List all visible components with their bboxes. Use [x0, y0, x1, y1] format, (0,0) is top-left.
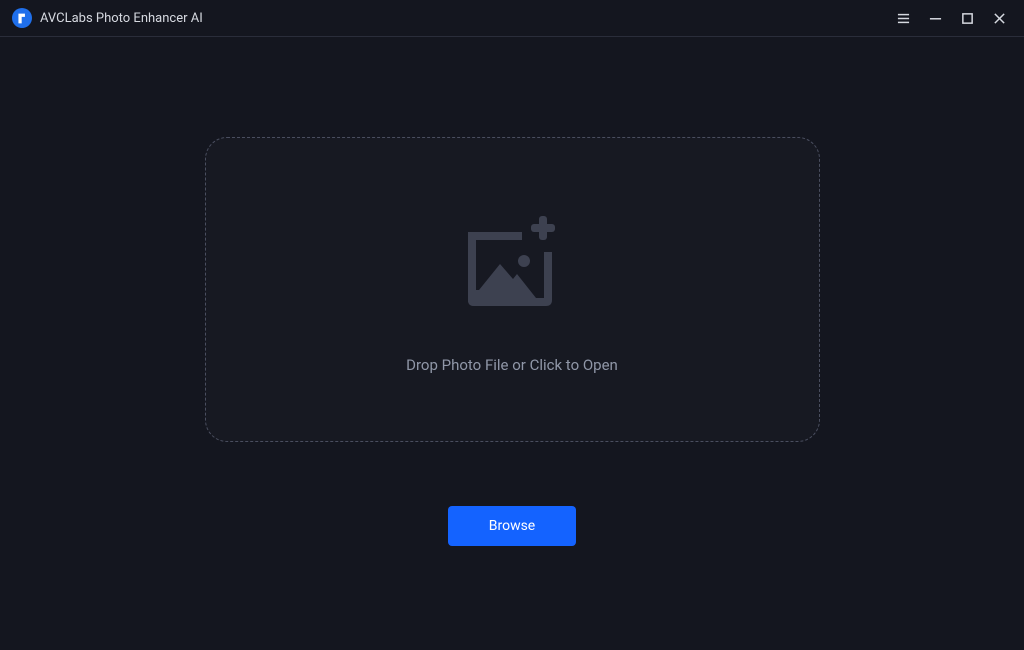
app-logo-icon [16, 12, 29, 25]
window-controls [888, 3, 1014, 33]
main-content: Drop Photo File or Click to Open Browse [0, 37, 1024, 650]
close-button[interactable] [984, 3, 1014, 33]
browse-button[interactable]: Browse [448, 506, 576, 546]
app-logo [12, 8, 32, 28]
minimize-button[interactable] [920, 3, 950, 33]
drop-zone-text: Drop Photo File or Click to Open [406, 356, 618, 374]
titlebar-left: AVCLabs Photo Enhancer AI [12, 8, 203, 28]
app-title: AVCLabs Photo Enhancer AI [40, 11, 203, 26]
maximize-icon [961, 12, 974, 25]
menu-button[interactable] [888, 3, 918, 33]
titlebar: AVCLabs Photo Enhancer AI [0, 0, 1024, 37]
close-icon [993, 12, 1006, 25]
maximize-button[interactable] [952, 3, 982, 33]
minimize-icon [929, 12, 942, 25]
menu-icon [897, 12, 910, 25]
add-image-icon [462, 216, 562, 310]
drop-zone[interactable]: Drop Photo File or Click to Open [205, 137, 820, 442]
